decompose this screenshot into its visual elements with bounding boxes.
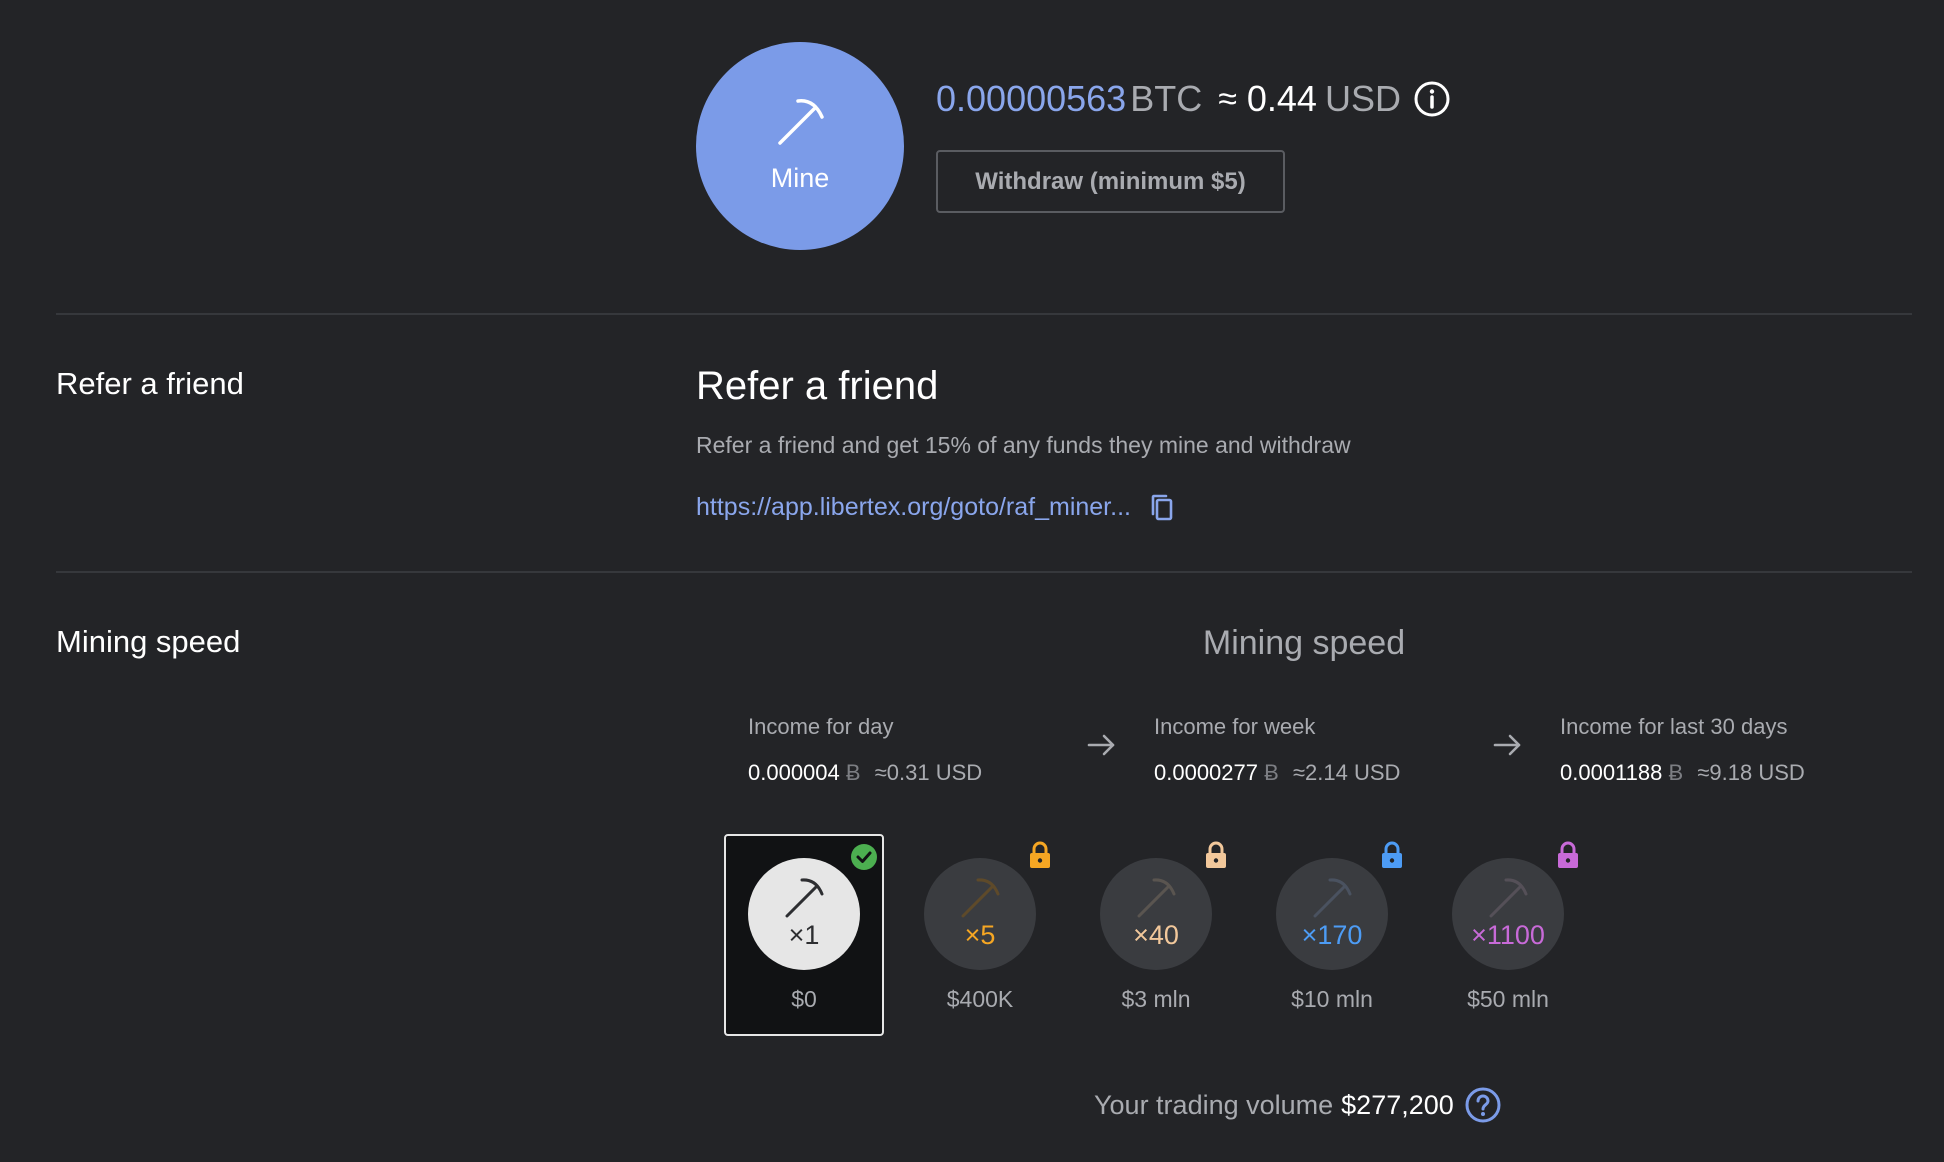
- income-btc: 0.0001188: [1560, 760, 1663, 785]
- refer-title: Refer a friend: [696, 364, 939, 408]
- income-value: 0.0001188 Ƀ ≈9.18 USD: [1560, 760, 1805, 786]
- income-usd: ≈2.14 USD: [1292, 760, 1401, 785]
- income-usd: ≈0.31 USD: [874, 760, 983, 785]
- btc-symbol: Ƀ: [1264, 760, 1279, 785]
- tier-multiplier: ×40: [1133, 919, 1179, 950]
- tier-x170[interactable]: ×170 $10 mln: [1252, 834, 1412, 1036]
- tier-x40[interactable]: ×40 $3 mln: [1076, 834, 1236, 1036]
- tier-circle: ×5: [924, 858, 1036, 970]
- tier-x1100[interactable]: ×1100 $50 mln: [1428, 834, 1588, 1036]
- income-day: Income for day 0.000004 Ƀ ≈0.31 USD: [748, 714, 982, 786]
- income-value: 0.000004 Ƀ ≈0.31 USD: [748, 760, 982, 786]
- btc-unit: BTC: [1130, 78, 1203, 119]
- lock-icon: [1030, 841, 1050, 868]
- balance-row: 0.00000563 BTC ≈ 0.44 USD: [936, 78, 1451, 120]
- approx-sign: ≈: [1218, 79, 1237, 118]
- mining-speed-title: Mining speed: [1202, 624, 1406, 662]
- income-usd: ≈9.18 USD: [1697, 760, 1805, 785]
- check-circle-icon: [851, 844, 877, 870]
- lock-icon: [1382, 841, 1402, 868]
- tier-multiplier: ×1100: [1471, 919, 1545, 950]
- info-icon[interactable]: [1413, 80, 1451, 118]
- pickaxe-icon: [785, 877, 824, 917]
- tier-price: $10 mln: [1291, 986, 1373, 1012]
- usd-balance: 0.44: [1246, 78, 1317, 119]
- mine-label: Mine: [770, 162, 830, 193]
- tier-multiplier: ×1: [788, 919, 820, 950]
- refer-link-row: https://app.libertex.org/goto/raf_miner.…: [696, 492, 1177, 522]
- income-value: 0.0000277 Ƀ ≈2.14 USD: [1154, 760, 1400, 786]
- btc-symbol: Ƀ: [845, 760, 861, 785]
- tier-price: $3 mln: [1121, 986, 1191, 1012]
- help-icon[interactable]: [1464, 1086, 1502, 1124]
- referral-link[interactable]: https://app.libertex.org/goto/raf_miner.…: [696, 493, 1131, 522]
- tier-circle: ×170: [1276, 858, 1388, 970]
- pickaxe-icon: [1313, 877, 1352, 917]
- income-label: Income for week: [1154, 714, 1316, 739]
- tier-multiplier: ×170: [1301, 919, 1363, 950]
- btc-balance: 0.00000563: [936, 78, 1127, 119]
- tier-price: $50 mln: [1467, 986, 1549, 1012]
- pickaxe-icon: [778, 98, 824, 145]
- refer-description: Refer a friend and get 15% of any funds …: [696, 432, 1351, 458]
- pickaxe-icon: [961, 877, 1000, 917]
- trading-volume-row: Your trading volume $277,200: [1094, 1086, 1502, 1124]
- tier-x1[interactable]: ×1 $0: [724, 834, 884, 1036]
- income-label: Income for last 30 days: [1560, 714, 1788, 739]
- arrow-right-icon: [1493, 734, 1521, 756]
- tier-circle: ×1: [748, 858, 860, 970]
- mining-page: Mine 0.00000563 BTC ≈ 0.44 USD Withdraw …: [0, 0, 1944, 1162]
- tier-multiplier: ×5: [964, 919, 996, 950]
- withdraw-button[interactable]: Withdraw (minimum $5): [936, 150, 1285, 213]
- trading-volume-value: $277,200: [1341, 1089, 1454, 1120]
- usd-unit: USD: [1324, 78, 1401, 119]
- tier-x5[interactable]: ×5 $400K: [900, 834, 1060, 1036]
- arrow-right-icon: [1087, 734, 1115, 756]
- income-30-days: Income for last 30 days 0.0001188 Ƀ ≈9.1…: [1560, 714, 1805, 786]
- divider: [56, 571, 1912, 573]
- lock-icon: [1558, 841, 1578, 868]
- income-btc: 0.000004: [748, 760, 840, 785]
- btc-symbol: Ƀ: [1668, 760, 1684, 785]
- tier-price: $400K: [946, 986, 1014, 1012]
- divider: [56, 313, 1912, 315]
- tier-price: $0: [791, 986, 817, 1012]
- copy-icon[interactable]: [1147, 492, 1177, 522]
- trading-volume-label: Your trading volume: [1094, 1089, 1334, 1120]
- tier-circle: ×40: [1100, 858, 1212, 970]
- lock-icon: [1206, 841, 1226, 868]
- tier-circle: ×1100: [1452, 858, 1564, 970]
- pickaxe-icon: [1489, 877, 1528, 917]
- pickaxe-icon: [1137, 877, 1176, 917]
- income-btc: 0.0000277: [1154, 760, 1258, 785]
- refer-section-label: Refer a friend: [56, 366, 244, 401]
- income-label: Income for day: [748, 714, 894, 739]
- mine-button[interactable]: Mine: [696, 42, 904, 250]
- income-week: Income for week 0.0000277 Ƀ ≈2.14 USD: [1154, 714, 1400, 786]
